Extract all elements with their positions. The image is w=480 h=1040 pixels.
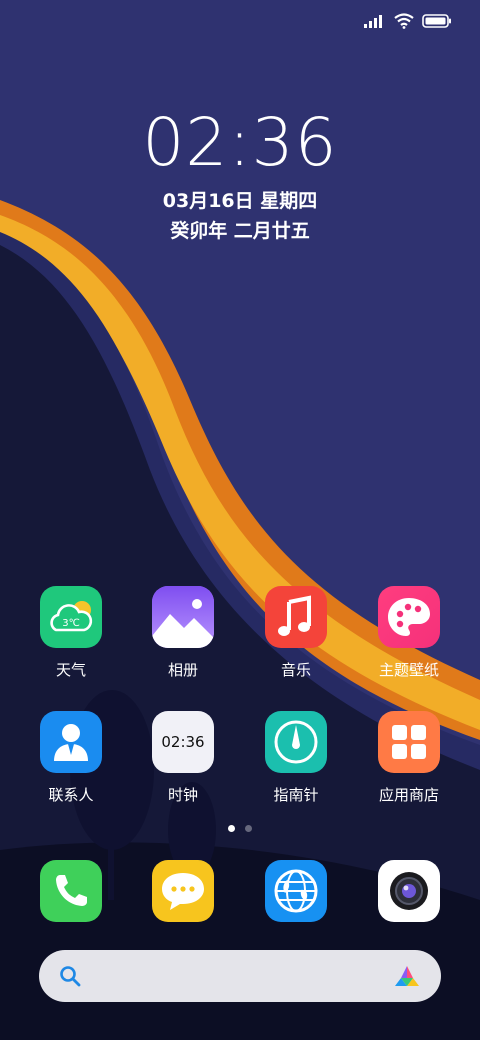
wifi-icon (394, 13, 414, 29)
app-contacts[interactable]: 联系人 (16, 711, 126, 805)
app-store-icon (378, 711, 440, 773)
app-clock[interactable]: 02:36 时钟 (128, 711, 238, 805)
contacts-icon (40, 711, 102, 773)
theme-icon (378, 586, 440, 648)
browser-icon (265, 860, 327, 922)
dock-browser[interactable] (241, 860, 351, 922)
compass-icon (265, 711, 327, 773)
messages-icon (152, 860, 214, 922)
app-label: 相册 (167, 661, 198, 679)
dock-phone[interactable] (16, 860, 126, 922)
app-compass[interactable]: 指南针 (241, 711, 351, 805)
search-bar[interactable] (39, 950, 441, 1002)
date-text[interactable]: 03月16日 星期四 (0, 186, 480, 213)
phone-icon (40, 860, 102, 922)
app-weather[interactable]: 3℃ 天气 (16, 586, 126, 680)
lunar-date-text: 癸卯年 二月廿五 (170, 220, 310, 242)
lock-clock[interactable]: 02:36 (0, 104, 480, 181)
app-label: 音乐 (280, 661, 311, 679)
app-music[interactable]: 音乐 (241, 586, 351, 680)
app-label: 时钟 (167, 786, 198, 804)
page-indicator[interactable] (228, 825, 252, 832)
app-gallery[interactable]: 相册 (128, 586, 238, 680)
app-label: 联系人 (48, 786, 94, 804)
app-label: 指南针 (273, 786, 319, 804)
app-theme[interactable]: 主题壁纸 (354, 586, 464, 680)
app-label: 天气 (55, 661, 86, 679)
camera-icon (378, 860, 440, 922)
weather-temp: 3℃ (62, 618, 80, 629)
search-icon[interactable] (59, 965, 81, 987)
weather-icon: 3℃ (40, 586, 102, 648)
assistant-icon[interactable] (393, 964, 421, 988)
signal-icon (364, 15, 382, 28)
dock-camera[interactable] (354, 860, 464, 922)
clock-icon-time: 02:36 (161, 733, 204, 751)
page-dot (245, 825, 252, 832)
dock-messages[interactable] (128, 860, 238, 922)
status-bar (364, 10, 452, 32)
app-label: 主题壁纸 (378, 661, 439, 679)
music-icon (265, 586, 327, 648)
page-dot-active (228, 825, 235, 832)
clock-icon: 02:36 (152, 711, 214, 773)
app-label: 应用商店 (378, 786, 439, 804)
battery-icon (422, 14, 451, 28)
gallery-icon (152, 586, 214, 648)
home-screen: 02:36 03月16日 星期四 癸卯年 二月廿五 3℃ 天气 相册 音乐 主题… (0, 0, 480, 1040)
app-store[interactable]: 应用商店 (354, 711, 464, 805)
